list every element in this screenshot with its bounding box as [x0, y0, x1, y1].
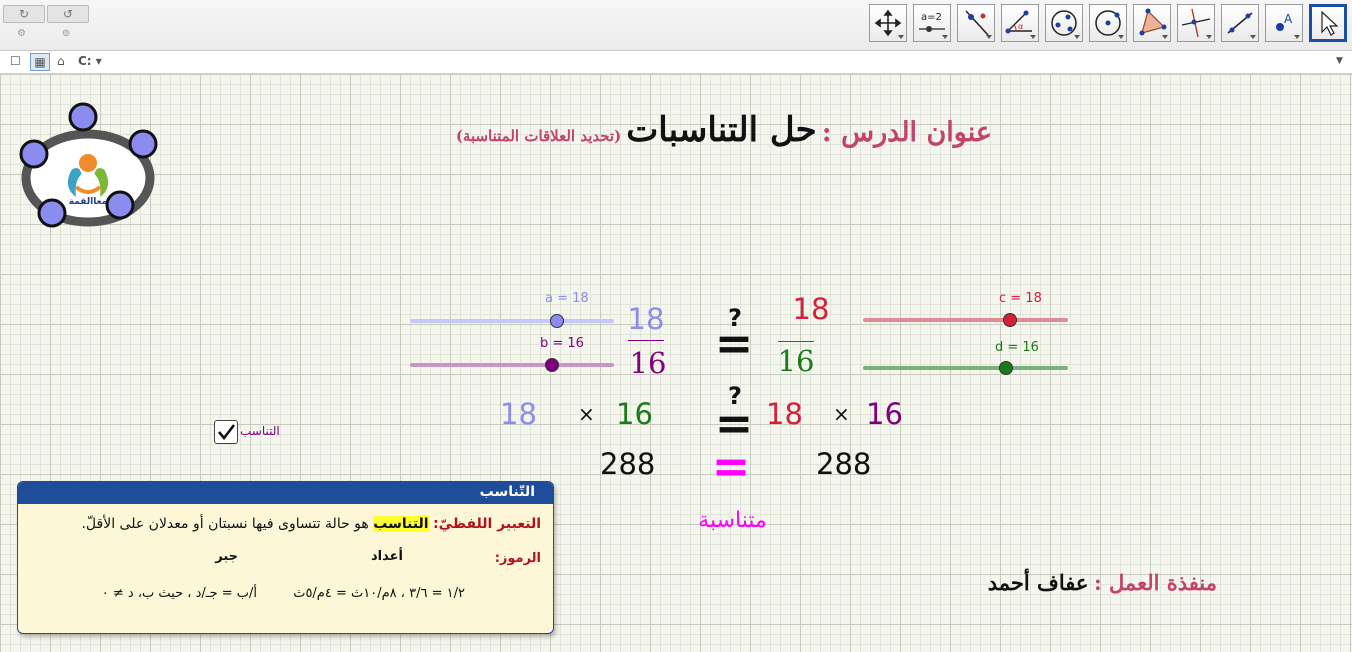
- segment-tool[interactable]: [1221, 4, 1259, 42]
- proportion-info-box: التّناسب التعبير اللفظيّ: التناسب هو حال…: [17, 481, 554, 634]
- left-fraction-bar: [628, 340, 664, 341]
- info-highlight: التناسب: [373, 516, 429, 532]
- slider-d-label: d = 16: [995, 340, 1039, 355]
- cross-right-b: 16: [866, 397, 903, 431]
- circle-center-tool[interactable]: [1089, 4, 1127, 42]
- redo-icon: ↻: [18, 7, 30, 21]
- cross-right-a: 18: [766, 397, 803, 431]
- help-icon[interactable]: ⊚: [62, 28, 70, 39]
- result-equals: =: [711, 439, 751, 493]
- proportion-equals: =: [714, 316, 754, 370]
- graphics-view-icon[interactable]: ☐: [10, 54, 21, 68]
- info-numbers-example: ١/٢ = ٣/٦ ، ٨م/١٠ث = ٤م/٥ث: [293, 586, 465, 601]
- proportion-checkbox[interactable]: [214, 420, 238, 444]
- page-title: عنوان الدرس : حل التناسبات (تحديد العلاق…: [280, 110, 992, 158]
- slider-c-label: c = 18: [999, 291, 1042, 306]
- right-fraction-bar: [778, 341, 814, 342]
- line-tool[interactable]: [957, 4, 995, 42]
- slider-c-handle[interactable]: [1003, 313, 1017, 327]
- gear-icon[interactable]: ⚙: [17, 28, 26, 39]
- polygon-tool[interactable]: [1133, 4, 1171, 42]
- slider-tool[interactable]: a=2: [913, 4, 951, 42]
- cursor-arrow-icon: [1321, 10, 1339, 36]
- author-label: منفذة العمل :: [1093, 570, 1217, 595]
- proportion-verdict: متناسبة: [698, 508, 767, 533]
- right-product: 288: [816, 447, 872, 481]
- svg-text:A: A: [1284, 12, 1293, 26]
- logo-text: معاالقمة: [68, 197, 108, 207]
- slider-d-handle[interactable]: [999, 361, 1013, 375]
- view-bar: ☐ ▦ ⌂ C: ▾ ▼: [0, 51, 1352, 74]
- slider-a-track[interactable]: [410, 319, 614, 323]
- slider-c-track[interactable]: [863, 318, 1068, 322]
- circle-tool[interactable]: [1045, 4, 1083, 42]
- right-fraction-numerator: 18: [792, 292, 830, 326]
- title-sub: (تحديد العلاقات المتناسبة): [455, 127, 622, 145]
- perpendicular-tool[interactable]: [1177, 4, 1215, 42]
- toolbar: ↻ ↺ ⚙ ⊚ a=2 α A: [0, 0, 1352, 51]
- logo: معاالقمة: [14, 101, 164, 231]
- checkbox-label: التناسب: [240, 424, 280, 438]
- slider-a-handle[interactable]: [550, 314, 564, 328]
- info-term: التعبير اللفظيّ:: [433, 516, 541, 532]
- cross-left-b: 16: [616, 397, 653, 431]
- info-numbers-label: أعداد: [371, 549, 403, 564]
- angle-tool[interactable]: α: [1001, 4, 1039, 42]
- drive-selector[interactable]: C: ▾: [78, 54, 102, 68]
- title-main: حل التناسبات: [626, 110, 817, 150]
- info-symbols-label: الرموز:: [494, 551, 541, 566]
- undo-icon: ↺: [62, 7, 74, 21]
- left-fraction-denominator: 16: [629, 346, 667, 380]
- title-label: عنوان الدرس :: [821, 117, 992, 148]
- info-algebra-example: أ/ب = جـ/د ، حيث ب، د ≠ ٠: [101, 586, 257, 601]
- slider-a-label: a = 18: [545, 291, 589, 306]
- move-tool[interactable]: [869, 4, 907, 42]
- svg-text:a=2: a=2: [921, 12, 942, 23]
- home-icon[interactable]: ⌂: [57, 54, 65, 68]
- chevron-down-icon[interactable]: ▼: [1336, 56, 1343, 66]
- slider-d-track[interactable]: [863, 366, 1068, 370]
- slider-b-track[interactable]: [410, 363, 614, 367]
- undo-button[interactable]: ↺: [47, 5, 89, 23]
- right-fraction-denominator: 16: [777, 344, 815, 378]
- cross-left-a: 18: [500, 397, 537, 431]
- slider-b-handle[interactable]: [545, 358, 559, 372]
- left-fraction-numerator: 18: [627, 302, 665, 336]
- svg-text:α: α: [1018, 22, 1023, 31]
- cross-left-times: ×: [578, 402, 595, 426]
- check-icon: [218, 424, 236, 441]
- slider-b-label: b = 16: [540, 336, 584, 351]
- pointer-tool[interactable]: [1309, 4, 1347, 42]
- left-product: 288: [600, 447, 656, 481]
- grid-icon[interactable]: ▦: [30, 53, 50, 71]
- author-name: عفاف أحمد: [987, 570, 1089, 595]
- point-tool[interactable]: A: [1265, 4, 1303, 42]
- logo-graphic: [19, 102, 158, 228]
- info-definition-row: التعبير اللفظيّ: التناسب هو حالة تتساوى …: [31, 516, 541, 532]
- author-credit: منفذة العمل : عفاف أحمد: [955, 570, 1217, 595]
- info-definition: هو حالة تتساوى فيها نسبتان أو معدلان على…: [81, 516, 369, 532]
- cross-right-times: ×: [833, 402, 850, 426]
- redo-button[interactable]: ↻: [3, 5, 45, 23]
- info-algebra-label: جبر: [215, 549, 238, 564]
- info-header: التّناسب: [18, 482, 553, 504]
